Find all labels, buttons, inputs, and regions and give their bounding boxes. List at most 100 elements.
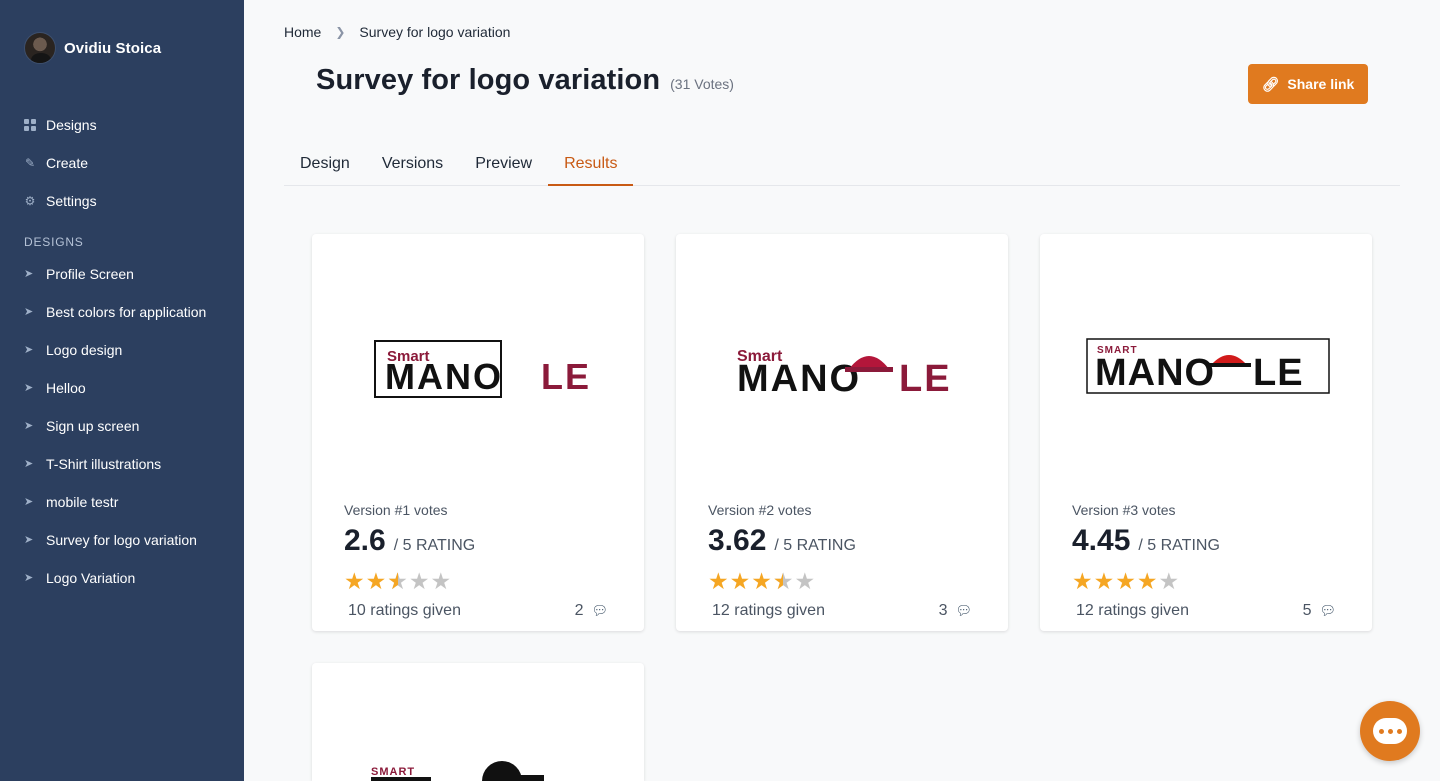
comments-count[interactable]: 5 💬︎ (1303, 602, 1336, 620)
version-label: Version #1 votes (344, 502, 448, 518)
nav-item-designs[interactable]: Designs (24, 106, 224, 144)
sidebar-item-label: Best colors for application (46, 304, 207, 320)
logo-image: Smart MANO LE (312, 234, 644, 494)
sidebar-item-design[interactable]: ➤ mobile testr (24, 483, 224, 521)
tab-versions[interactable]: Versions (366, 146, 459, 186)
star-icon: ★ (1093, 568, 1115, 594)
nav-item-label: Designs (46, 117, 97, 133)
user-name: Ovidiu Stoica (64, 39, 162, 57)
star-icon: ★ (1115, 568, 1136, 594)
tag-icon: ➤ (24, 344, 34, 356)
grid-icon (24, 119, 36, 131)
sidebar-item-design[interactable]: ➤ T-Shirt illustrations (24, 445, 224, 483)
breadcrumb-home[interactable]: Home (284, 24, 321, 40)
comments-number: 5 (1302, 602, 1312, 619)
star-rating: ★ ★ ★ ★ ★ (344, 568, 452, 594)
nav-item-label: Create (46, 155, 89, 171)
rating-row: 3.62 / 5 RATING (708, 524, 856, 558)
rating-suffix: / 5 RATING (1138, 537, 1220, 554)
star-icon: ★ (729, 568, 751, 594)
avatar[interactable] (24, 32, 56, 64)
tag-icon: ➤ (24, 458, 34, 470)
version-card[interactable]: Smart MANO LE Version #1 votes 2.6 / 5 R… (312, 234, 644, 631)
tag-icon: ➤ (24, 420, 34, 432)
nav-item-label: Settings (46, 193, 97, 209)
logo-le-text: LE (899, 358, 952, 399)
logo-mano-text: MANO (385, 356, 503, 397)
main-nav: Designs ✎ Create ⚙ Settings (24, 106, 224, 220)
nav-item-create[interactable]: ✎ Create (24, 144, 224, 182)
title-row: Survey for logo variation (31 Votes) (316, 64, 734, 97)
sidebar-item-label: Survey for logo variation (46, 532, 197, 548)
sidebar-item-label: Logo design (46, 342, 123, 358)
version-card[interactable]: SMART (312, 663, 644, 781)
sidebar: Ovidiu Stoica Designs ✎ Create ⚙ Setting… (0, 0, 244, 781)
star-icon: ★ (708, 568, 729, 594)
rating-row: 2.6 / 5 RATING (344, 524, 475, 558)
version-label: Version #2 votes (708, 502, 812, 518)
sidebar-item-design[interactable]: ➤ Sign up screen (24, 407, 224, 445)
link-icon: 🔗︎ (1261, 75, 1280, 92)
user-profile[interactable]: Ovidiu Stoica (24, 32, 161, 64)
ratings-given: 12 ratings given (712, 602, 825, 619)
gear-icon: ⚙ (24, 194, 36, 208)
tab-preview[interactable]: Preview (459, 146, 548, 186)
comments-count[interactable]: 3 💬︎ (939, 602, 972, 620)
chevron-right-icon: ❯ (335, 25, 346, 39)
star-icon: ★ (344, 568, 365, 594)
star-icon: ★ (751, 568, 772, 594)
version-card[interactable]: SMART MANO LE Version #3 votes 4.45 / 5 … (1040, 234, 1372, 631)
rating-value: 2.6 (344, 524, 386, 557)
star-rating: ★ ★ ★ ★ ★ (708, 568, 816, 594)
version-label: Version #3 votes (1072, 502, 1176, 518)
comments-number: 3 (938, 602, 948, 619)
star-icon: ★ (1136, 568, 1158, 594)
ratings-given: 12 ratings given (1076, 602, 1189, 619)
sidebar-item-design[interactable]: ➤ Profile Screen (24, 255, 224, 293)
rating-value: 3.62 (708, 524, 767, 557)
sidebar-item-label: Sign up screen (46, 418, 140, 434)
logo-image: SMART MANO LE (1040, 234, 1372, 494)
sidebar-item-label: Helloo (46, 380, 86, 396)
logo-version-1: Smart MANO LE (374, 340, 589, 398)
sidebar-item-label: Profile Screen (46, 266, 134, 282)
comments-icon: 💬︎ (591, 603, 608, 618)
star-icon: ★ (365, 568, 387, 594)
tab-design[interactable]: Design (284, 146, 366, 186)
votes-count: (31 Votes) (670, 76, 734, 92)
edit-icon: ✎ (24, 156, 36, 170)
star-rating: ★ ★ ★ ★ ★ (1072, 568, 1180, 594)
logo-le-text: LE (1253, 352, 1304, 394)
logo-version-4: SMART (371, 761, 544, 781)
nav-item-settings[interactable]: ⚙ Settings (24, 182, 224, 220)
tag-icon: ➤ (24, 382, 34, 394)
sidebar-item-design[interactable]: ➤ Best colors for application (24, 293, 224, 331)
tag-icon: ➤ (24, 496, 34, 508)
tab-results[interactable]: Results (548, 146, 634, 186)
comments-icon: 💬︎ (955, 603, 972, 618)
tabs: Design Versions Preview Results (284, 146, 1400, 186)
sidebar-item-design[interactable]: ➤ Survey for logo variation (24, 521, 224, 559)
version-card[interactable]: Smart MANO LE Version #2 votes 3.62 / 5 … (676, 234, 1008, 631)
logo-mano-text: MANO (1095, 352, 1215, 394)
sidebar-item-label: mobile testr (46, 494, 119, 510)
sidebar-item-label: Logo Variation (46, 570, 136, 586)
sidebar-item-design[interactable]: ➤ Logo design (24, 331, 224, 369)
comments-count[interactable]: 2 💬︎ (575, 602, 608, 620)
sidebar-item-design[interactable]: ➤ Logo Variation (24, 559, 224, 597)
logo-version-2: Smart MANO LE (737, 348, 952, 399)
chat-button[interactable] (1360, 701, 1420, 761)
star-icon: ★ (773, 568, 794, 594)
page-title: Survey for logo variation (316, 64, 661, 96)
share-link-button[interactable]: 🔗︎ Share link (1248, 64, 1368, 104)
star-icon: ★ (1072, 568, 1093, 594)
rating-suffix: / 5 RATING (393, 537, 476, 554)
tag-icon: ➤ (24, 306, 34, 318)
sidebar-item-design[interactable]: ➤ Helloo (24, 369, 224, 407)
logo-smart-text: SMART (371, 766, 415, 778)
logo-mano-text: MANO (737, 358, 861, 399)
designs-list: ➤ Profile Screen ➤ Best colors for applica… (24, 255, 224, 597)
star-icon: ★ (794, 568, 816, 594)
ratings-given: 10 ratings given (348, 602, 461, 619)
star-icon: ★ (408, 568, 430, 594)
